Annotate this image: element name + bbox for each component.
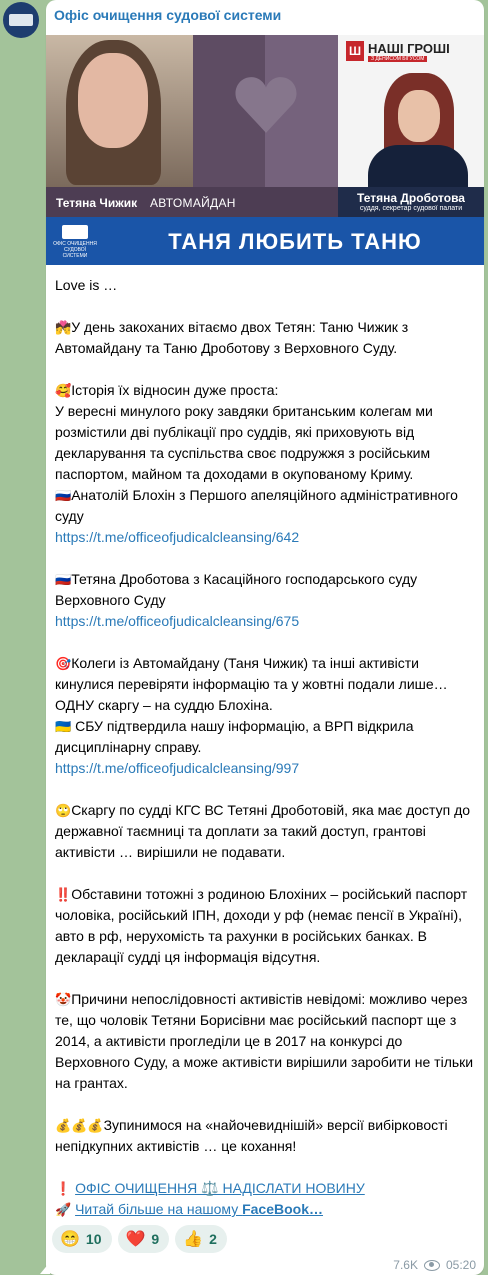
link-675[interactable]: https://t.me/officeofjudicalcleansing/67… [55, 613, 299, 629]
para-9: 💰💰💰Зупинимося на «найочевиднішій» версії… [55, 1115, 479, 1157]
facebook-link-strong: FaceBook… [242, 1201, 324, 1217]
message-time: 05:20 [445, 1258, 476, 1272]
clown-emoji: 🤡 [55, 992, 72, 1007]
reaction-grin[interactable]: 😁 10 [52, 1225, 112, 1253]
message-bubble: Офіс очищення судової системи Ш НАШІ ГРО… [46, 0, 484, 1275]
heart-reaction-icon: ❤️ [125, 1231, 146, 1248]
caption-left-org: АВТОМАЙДАН [150, 196, 236, 210]
judge-face [398, 90, 440, 142]
link-642[interactable]: https://t.me/officeofjudicalcleansing/64… [55, 529, 299, 545]
love-emoji: 🥰 [55, 383, 72, 398]
para-3: 🥰Історія їх відносин дуже проста: У вере… [55, 380, 479, 548]
para-5: 🎯Колеги із Автомайдану (Таня Чижик) та і… [55, 653, 479, 779]
heart-icon [235, 77, 297, 133]
para-2-text: У день закоханих вітаємо двох Тетян: Тан… [55, 319, 409, 356]
banner-logo: ОФІС ОЧИЩЕННЯ СУДОВОЇ СИСТЕМИ [52, 223, 98, 259]
ru-flag-emoji: 🇷🇺 [55, 572, 72, 587]
reaction-thumbs-up[interactable]: 👍 2 [175, 1225, 227, 1253]
para-5-sbu: СБУ підтвердила нашу інформацію, а ВРП в… [55, 718, 414, 755]
view-count: 7.6K [393, 1258, 418, 1272]
para-1-text: Love is … [55, 277, 118, 293]
logo-subtext: З ДЕНИСОМ БІГУСОМ [368, 56, 428, 62]
judge-robe [368, 145, 468, 190]
para-8-text: Причини непослідовності активістів невід… [55, 991, 474, 1091]
caption-right-name: Тетяна Дроботова [357, 191, 465, 205]
exclamation-emoji: ❗ [55, 1181, 72, 1196]
nashi-groshi-logo-icon: Ш [346, 41, 364, 61]
caption-right-role: суддя, секретар судової палати [359, 205, 463, 212]
bubble-tail [40, 1262, 50, 1274]
ru-flag-emoji: 🇷🇺 [55, 488, 72, 503]
cta-block: ❗ ОФІС ОЧИЩЕННЯ ⚖️ НАДІСЛАТИ НОВИНУ 🚀 Чи… [55, 1178, 479, 1220]
thumbs-up-icon: 👍 [183, 1231, 204, 1248]
banner-logo-text: ОФІС ОЧИЩЕННЯ СУДОВОЇ СИСТЕМИ [53, 241, 97, 259]
eye-icon [423, 1259, 440, 1271]
para-8: 🤡Причини непослідовності активістів неві… [55, 989, 479, 1094]
post-image[interactable]: Ш НАШІ ГРОШІ З ДЕНИСОМ БІГУСОМ Тетяна Чи… [46, 35, 484, 265]
channel-name[interactable]: Офіс очищення судової системи [54, 7, 281, 23]
para-6-text: Скаргу по судді КГС ВС Тетяні Дроботовій… [55, 802, 471, 860]
message-meta: 7.6K 05:20 [393, 1258, 476, 1272]
channel-avatar[interactable] [3, 2, 39, 38]
para-3-title: Історія їх відносин дуже проста: [71, 382, 279, 398]
submit-news-link[interactable]: ОФІС ОЧИЩЕННЯ ⚖️ НАДІСЛАТИ НОВИНУ [75, 1180, 365, 1196]
grin-icon: 😁 [60, 1231, 80, 1248]
reaction-heart[interactable]: ❤️ 9 [117, 1225, 170, 1253]
reaction-count: 10 [85, 1231, 102, 1247]
para-7-text: Обставини тотожні з родиною Блохіних – р… [55, 886, 468, 965]
heart-panel [193, 35, 338, 187]
kiss-emoji: 💏 [55, 320, 72, 335]
ua-flag-emoji: 🇺🇦 [55, 719, 72, 734]
reaction-count: 9 [151, 1231, 160, 1247]
para-7: ‼️Обставини тотожні з родиною Блохіних –… [55, 884, 479, 968]
facebook-link-text: Читай більше на нашому [75, 1201, 243, 1217]
para-1: Love is … [55, 275, 479, 296]
rocket-emoji: 🚀 [55, 1202, 72, 1217]
para-5-text: Колеги із Автомайдану (Таня Чижик) та ін… [55, 655, 448, 713]
banner-title: ТАНЯ ЛЮБИТЬ ТАНЮ [168, 229, 422, 254]
avatar-logo-icon [9, 14, 33, 26]
caption-right: Тетяна Дроботова суддя, секретар судової… [338, 187, 484, 217]
photo-left [46, 35, 193, 187]
link-997[interactable]: https://t.me/officeofjudicalcleansing/99… [55, 760, 299, 776]
para-6: 🙄Скаргу по судді КГС ВС Тетяні Дроботові… [55, 800, 479, 863]
banner: ОФІС ОЧИЩЕННЯ СУДОВОЇ СИСТЕМИ ТАНЯ ЛЮБИТ… [46, 217, 484, 265]
para-2: 💏У день закоханих вітаємо двох Тетян: Та… [55, 317, 479, 359]
para-3-blokhin: Анатолій Блохін з Першого апеляційного а… [55, 487, 458, 524]
reactions-bar: 😁 10 ❤️ 9 👍 2 [52, 1225, 227, 1253]
para-4: 🇷🇺Тетяна Дроботова з Касаційного господа… [55, 569, 479, 632]
logo-text: НАШІ ГРОШІ [368, 41, 450, 56]
double-exclamation-emoji: ‼️ [55, 887, 72, 902]
reaction-count: 2 [209, 1231, 217, 1247]
para-3-body: У вересні минулого року завдяки британсь… [55, 403, 433, 482]
para-9-text: Зупинимося на «найочевиднішій» версії ви… [55, 1117, 448, 1154]
money-bag-emoji: 💰💰💰 [55, 1118, 104, 1133]
para-4-text: Тетяна Дроботова з Касаційного господарс… [55, 571, 418, 608]
post-text: Love is … 💏У день закоханих вітаємо двох… [55, 275, 479, 1220]
caption-left: Тетяна Чижик АВТОМАЙДАН [46, 187, 338, 217]
target-emoji: 🎯 [55, 656, 72, 671]
photo-right: Ш НАШІ ГРОШІ З ДЕНИСОМ БІГУСОМ [338, 35, 484, 190]
office-logo-icon [62, 225, 88, 239]
facebook-link[interactable]: Читай більше на нашому FaceBook… [75, 1201, 323, 1217]
eye-roll-emoji: 🙄 [55, 803, 72, 818]
face-shape [78, 53, 148, 148]
caption-left-name: Тетяна Чижик [56, 196, 138, 210]
